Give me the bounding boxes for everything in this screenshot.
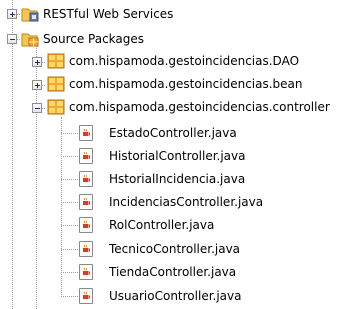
tree-file-label: IncidenciasController.java bbox=[109, 195, 264, 209]
java-class-icon bbox=[79, 171, 93, 187]
tree-node-package-controller[interactable]: com.hispamoda.gestoincidencias.controlle… bbox=[0, 96, 352, 118]
package-icon bbox=[47, 53, 65, 69]
tree-file-rol-controller[interactable]: RolController.java bbox=[0, 214, 352, 236]
tree-file-tecnico-controller[interactable]: TecnicoController.java bbox=[0, 238, 352, 260]
expand-toggle-icon[interactable] bbox=[32, 57, 42, 67]
tree-file-label: HistorialController.java bbox=[109, 149, 246, 163]
package-icon bbox=[47, 99, 65, 115]
tree-node-source-packages[interactable]: Source Packages bbox=[0, 27, 352, 49]
tree-file-label: TecnicoController.java bbox=[109, 242, 241, 256]
collapse-toggle-icon[interactable] bbox=[7, 34, 17, 44]
tree-file-estado-controller[interactable]: EstadoController.java bbox=[0, 122, 352, 144]
tree-file-incidencias-controller[interactable]: IncidenciasController.java bbox=[0, 191, 352, 213]
expand-toggle-icon[interactable] bbox=[32, 80, 42, 90]
tree-node-label: com.hispamoda.gestoincidencias.controlle… bbox=[69, 100, 330, 114]
tree-file-tienda-controller[interactable]: TiendaController.java bbox=[0, 261, 352, 283]
package-icon bbox=[47, 76, 65, 92]
java-class-icon bbox=[79, 264, 93, 280]
tree-node-package-dao[interactable]: com.hispamoda.gestoincidencias.DAO bbox=[0, 50, 352, 72]
web-services-folder-icon bbox=[21, 6, 39, 22]
java-class-icon bbox=[79, 217, 93, 233]
tree-file-label: HstorialIncidencia.java bbox=[109, 172, 246, 186]
tree-file-label: RolController.java bbox=[109, 218, 215, 232]
java-class-icon bbox=[79, 125, 93, 141]
java-class-icon bbox=[79, 288, 93, 304]
tree-node-label: com.hispamoda.gestoincidencias.bean bbox=[69, 77, 303, 91]
expand-toggle-icon[interactable] bbox=[7, 9, 17, 19]
tree-node-label: Source Packages bbox=[43, 32, 145, 46]
tree-node-label: RESTful Web Services bbox=[43, 7, 174, 21]
tree-node-package-bean[interactable]: com.hispamoda.gestoincidencias.bean bbox=[0, 73, 352, 95]
collapse-toggle-icon[interactable] bbox=[32, 103, 42, 113]
tree-file-historial-controller[interactable]: HistorialController.java bbox=[0, 145, 352, 167]
tree-node-restful-web-services[interactable]: RESTful Web Services bbox=[0, 3, 352, 25]
tree-file-hstorial-incidencia[interactable]: HstorialIncidencia.java bbox=[0, 168, 352, 190]
tree-file-label: EstadoController.java bbox=[109, 126, 237, 140]
tree-file-label: UsuarioController.java bbox=[109, 289, 242, 303]
java-class-icon bbox=[79, 241, 93, 257]
tree-file-label: TiendaController.java bbox=[109, 265, 237, 279]
tree-node-label: com.hispamoda.gestoincidencias.DAO bbox=[69, 54, 300, 68]
java-class-icon bbox=[79, 148, 93, 164]
tree-file-usuario-controller[interactable]: UsuarioController.java bbox=[0, 285, 352, 307]
source-packages-folder-icon bbox=[21, 31, 39, 47]
java-class-icon bbox=[79, 194, 93, 210]
project-tree: RESTful Web Services Source Packages com… bbox=[0, 0, 352, 309]
